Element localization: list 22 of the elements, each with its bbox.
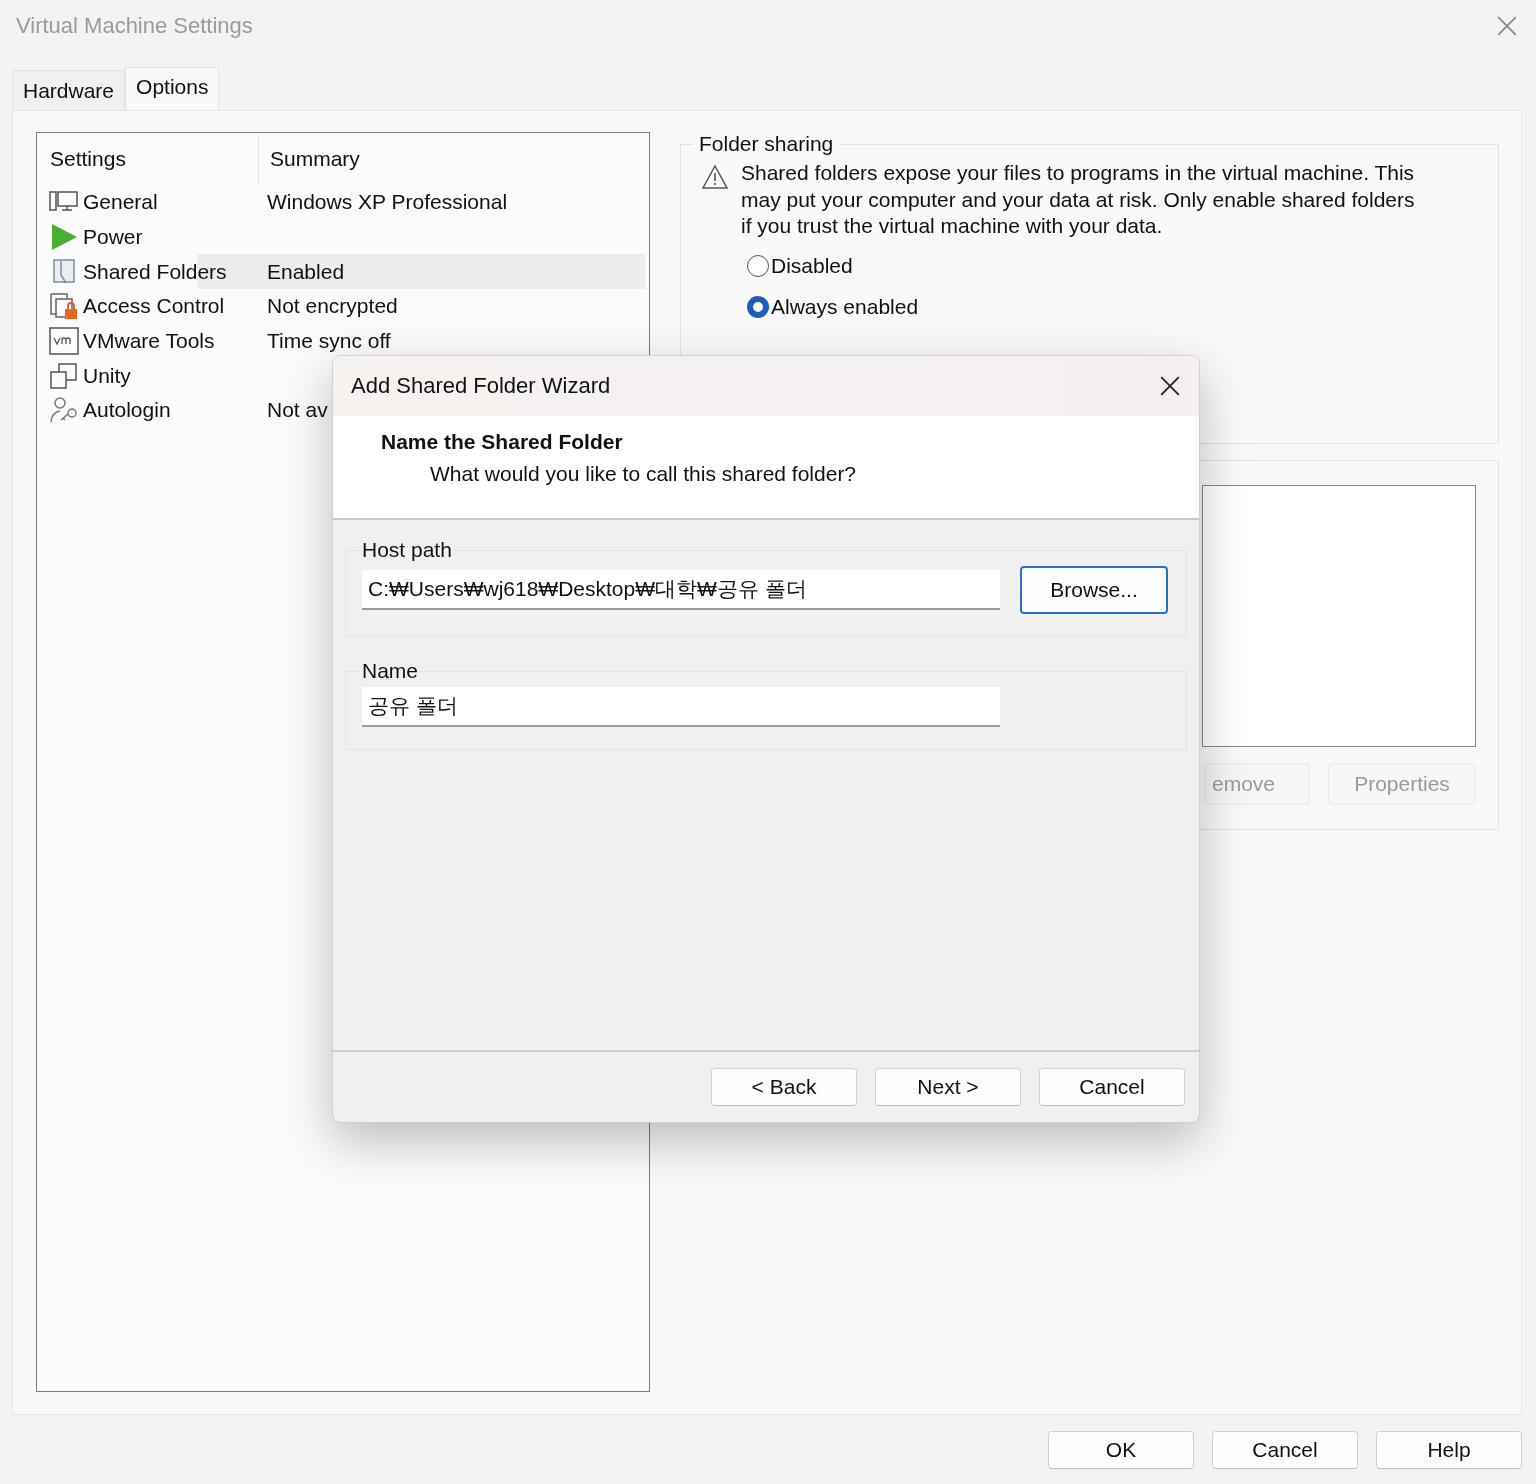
setting-name: Shared Folders: [83, 259, 227, 284]
field-label: Name: [361, 659, 420, 683]
radio-label: Always enabled: [771, 295, 919, 319]
setting-name: General: [83, 190, 158, 215]
setting-summary: Time sync off: [266, 329, 391, 354]
page-subtitle: What would you like to call this shared folder?: [429, 462, 858, 486]
field-label: Host path: [361, 538, 453, 562]
dialog-title: Add Shared Folder Wizard: [351, 373, 611, 399]
setting-summary: Not encrypted: [266, 294, 398, 319]
setting-name: VMware Tools: [83, 329, 215, 354]
radio-label: Disabled: [771, 254, 853, 278]
group-label: Folder sharing: [698, 132, 835, 156]
warning-text: Shared folders expose your files to programs in the virtual machine. This may put your computer and your data at risk. Only enable shared folders if you trust the virtual machine with your data.: [741, 160, 1416, 239]
setting-name: Unity: [83, 363, 131, 388]
setting-summary: Windows XP Professional: [266, 190, 508, 215]
setting-summary: Not av: [266, 398, 328, 423]
setting-name: Autologin: [83, 398, 171, 423]
page-heading: Name the Shared Folder: [380, 430, 624, 454]
window-title: Virtual Machine Settings: [16, 13, 253, 39]
setting-name: Access Control: [83, 294, 225, 319]
setting-summary: Enabled: [266, 259, 345, 284]
setting-name: Power: [83, 225, 143, 250]
